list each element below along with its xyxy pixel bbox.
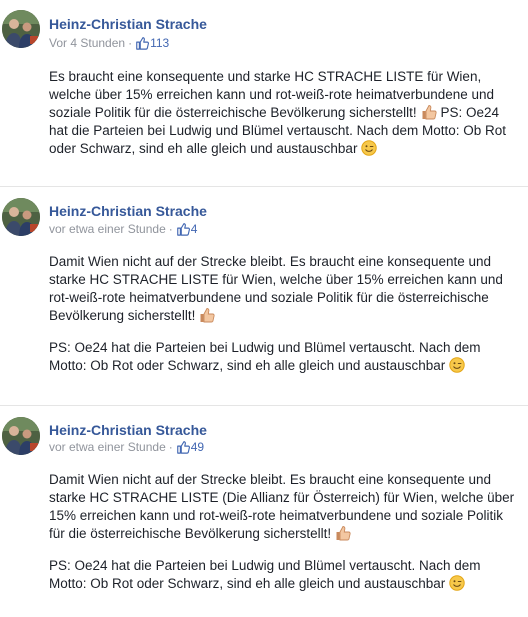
post-paragraph: Damit Wien nicht auf der Strecke bleibt.… (49, 253, 521, 325)
avatar[interactable] (2, 417, 40, 455)
like-count-value: 113 (150, 36, 170, 50)
post-meta: Vor 4 Stunden · 113 (49, 36, 169, 50)
author-name[interactable]: Heinz-Christian Strache (49, 203, 207, 219)
post-timestamp[interactable]: vor etwa einer Stunde (49, 222, 166, 236)
thumbs-up-icon (176, 440, 190, 454)
post-paragraph-text: Damit Wien nicht auf der Strecke bleibt.… (49, 472, 515, 541)
thumbs-up-emoji-icon (199, 307, 215, 323)
thumbs-up-emoji-icon (421, 104, 437, 120)
post-paragraph-text: PS: Oe24 hat die Parteien bei Ludwig und… (49, 340, 481, 373)
winking-face-emoji-icon (449, 357, 465, 373)
post-1: Heinz-Christian Strache Vor 4 Stunden · … (0, 0, 528, 186)
avatar[interactable] (2, 198, 40, 236)
post-timestamp[interactable]: vor etwa einer Stunde (49, 440, 166, 454)
avatar[interactable] (2, 10, 40, 48)
post-text: Damit Wien nicht auf der Strecke bleibt.… (49, 253, 521, 375)
like-count-value: 49 (190, 440, 205, 454)
post-paragraph-text: PS: Oe24 hat die Parteien bei Ludwig und… (49, 558, 481, 591)
like-count-value: 4 (190, 222, 198, 236)
meta-separator: · (128, 36, 133, 50)
thumbs-up-emoji-icon (335, 525, 351, 541)
like-count[interactable]: 113 (135, 36, 169, 50)
author-name[interactable]: Heinz-Christian Strache (49, 16, 207, 32)
post-text: Damit Wien nicht auf der Strecke bleibt.… (49, 471, 521, 593)
post-meta: vor etwa einer Stunde · 49 (49, 440, 204, 454)
post-paragraph-text: Damit Wien nicht auf der Strecke bleibt.… (49, 254, 503, 323)
post-paragraph: PS: Oe24 hat die Parteien bei Ludwig und… (49, 557, 521, 593)
author-name[interactable]: Heinz-Christian Strache (49, 422, 207, 438)
post-text: Es braucht eine konsequente und starke H… (49, 68, 521, 158)
meta-separator: · (168, 440, 173, 454)
thumbs-up-icon (135, 36, 149, 50)
post-paragraph: Es braucht eine konsequente und starke H… (49, 69, 494, 120)
post-timestamp[interactable]: Vor 4 Stunden (49, 36, 125, 50)
meta-separator: · (168, 222, 173, 236)
post-paragraph: PS: Oe24 hat die Parteien bei Ludwig und… (49, 339, 521, 375)
like-count[interactable]: 49 (176, 440, 204, 454)
winking-face-emoji-icon (449, 575, 465, 591)
post-meta: vor etwa einer Stunde · 4 (49, 222, 197, 236)
post-paragraph: Damit Wien nicht auf der Strecke bleibt.… (49, 471, 521, 543)
like-count[interactable]: 4 (176, 222, 198, 236)
winking-face-emoji-icon (361, 140, 377, 156)
thumbs-up-icon (176, 222, 190, 236)
post-2: Heinz-Christian Strache vor etwa einer S… (0, 187, 528, 405)
post-3: Heinz-Christian Strache vor etwa einer S… (0, 406, 528, 617)
